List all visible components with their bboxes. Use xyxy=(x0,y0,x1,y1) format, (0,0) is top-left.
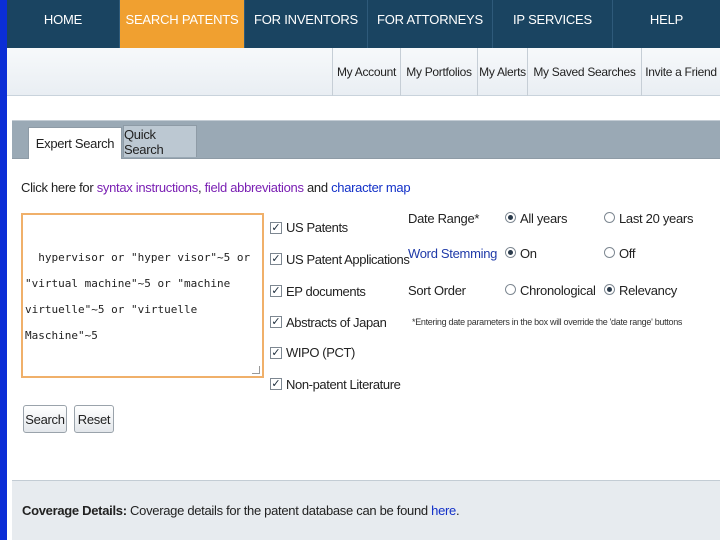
subnav-my-alerts[interactable]: My Alerts xyxy=(477,48,527,96)
tab-quick-search[interactable]: Quick Search xyxy=(123,125,197,157)
checkbox-us-patent-applications[interactable]: ✓ xyxy=(270,253,282,265)
tab-expert-search[interactable]: Expert Search xyxy=(28,127,122,159)
label-all-years: All years xyxy=(520,211,568,226)
checkbox-abstracts-of-japan[interactable]: ✓ xyxy=(270,316,282,328)
coverage-title: Coverage Details: xyxy=(22,503,127,518)
resize-grip-icon[interactable] xyxy=(252,366,260,374)
label-chronological: Chronological xyxy=(520,283,596,298)
subnav-my-saved-searches[interactable]: My Saved Searches xyxy=(527,48,641,96)
subnav-my-account[interactable]: My Account xyxy=(332,48,400,96)
nav-for-inventors[interactable]: FOR INVENTORS xyxy=(245,0,368,48)
coverage-body: Coverage details for the patent database… xyxy=(126,503,432,518)
help-sep2: and xyxy=(303,180,332,195)
word-stemming-link[interactable]: Word Stemming xyxy=(408,246,497,261)
character-map-link[interactable]: character map xyxy=(331,180,411,195)
query-text: hypervisor or "hyper visor"~5 or "virtua… xyxy=(25,251,251,342)
help-prefix: Click here for xyxy=(21,180,97,195)
main-nav: HOME SEARCH PATENTS FOR INVENTORS FOR AT… xyxy=(7,0,720,48)
label-us-patents: US Patents xyxy=(286,220,348,235)
syntax-instructions-link[interactable]: syntax instructions xyxy=(97,180,199,195)
sort-order-label: Sort Order xyxy=(408,283,466,298)
nav-help[interactable]: HELP xyxy=(613,0,720,48)
label-relevancy: Relevancy xyxy=(619,283,677,298)
label-stemming-off: Off xyxy=(619,246,636,261)
label-us-patent-applications: US Patent Applications xyxy=(286,252,410,267)
radio-stemming-on[interactable] xyxy=(505,247,516,258)
checkbox-us-patents[interactable]: ✓ xyxy=(270,222,282,234)
date-range-label: Date Range* xyxy=(408,211,480,226)
radio-all-years[interactable] xyxy=(505,212,516,223)
label-wipo-pct: WIPO (PCT) xyxy=(286,345,355,360)
reset-button[interactable]: Reset xyxy=(74,405,114,433)
coverage-here-link[interactable]: here xyxy=(431,503,456,518)
checkbox-non-patent-literature[interactable]: ✓ xyxy=(270,378,282,390)
subnav-invite-friend[interactable]: Invite a Friend xyxy=(641,48,720,96)
radio-relevancy[interactable] xyxy=(604,284,615,295)
coverage-text: Coverage Details: Coverage details for t… xyxy=(22,503,460,518)
checkbox-wipo-pct[interactable]: ✓ xyxy=(270,347,282,359)
label-abstracts-of-japan: Abstracts of Japan xyxy=(286,315,387,330)
radio-stemming-off[interactable] xyxy=(604,247,615,258)
coverage-bar: Coverage Details: Coverage details for t… xyxy=(12,480,720,540)
left-accent-bar xyxy=(0,0,7,540)
label-last-20-years: Last 20 years xyxy=(619,211,694,226)
nav-for-attorneys[interactable]: FOR ATTORNEYS xyxy=(368,0,493,48)
date-override-note: *Entering date parameters in the box wil… xyxy=(412,317,683,327)
nav-home[interactable]: HOME xyxy=(7,0,120,48)
label-non-patent-literature: Non-patent Literature xyxy=(286,377,401,392)
coverage-end: . xyxy=(455,503,460,518)
query-textarea[interactable]: hypervisor or "hyper visor"~5 or "virtua… xyxy=(21,213,264,378)
checkbox-ep-documents[interactable]: ✓ xyxy=(270,285,282,297)
radio-chronological[interactable] xyxy=(505,284,516,295)
radio-last-20-years[interactable] xyxy=(604,212,615,223)
subnav-my-portfolios[interactable]: My Portfolios xyxy=(400,48,477,96)
label-ep-documents: EP documents xyxy=(286,284,366,299)
search-button[interactable]: Search xyxy=(23,405,67,433)
section-gap xyxy=(7,460,720,480)
nav-ip-services[interactable]: IP SERVICES xyxy=(493,0,613,48)
help-links-line: Click here for syntax instructions, fiel… xyxy=(21,180,411,195)
account-subnav: My Account My Portfolios My Alerts My Sa… xyxy=(7,48,720,96)
field-abbreviations-link[interactable]: field abbreviations xyxy=(205,180,304,195)
label-stemming-on: On xyxy=(520,246,537,261)
help-sep1: , xyxy=(197,180,205,195)
nav-search-patents[interactable]: SEARCH PATENTS xyxy=(120,0,245,48)
